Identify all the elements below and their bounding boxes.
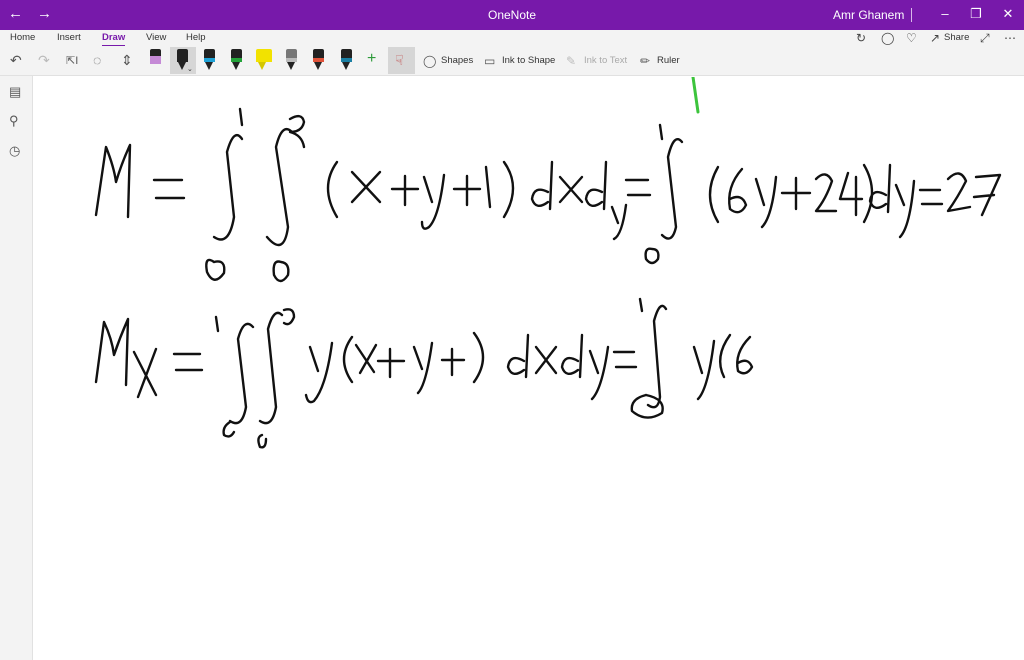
recent-clock-icon[interactable]: ◷: [9, 143, 20, 159]
minimize-icon[interactable]: –: [936, 6, 954, 21]
pen-yellow-highlighter[interactable]: [256, 49, 272, 71]
tab-draw[interactable]: Draw: [102, 32, 126, 47]
notebooks-icon[interactable]: ▤: [9, 84, 21, 100]
user-name[interactable]: Amr Ghanem: [833, 8, 904, 22]
tab-home[interactable]: Home: [10, 32, 35, 43]
chevron-down-icon[interactable]: ⌄: [187, 65, 193, 73]
ribbon-tabs: Home Insert Draw View Help ↻ ◯ ♡ ↗ Share…: [0, 30, 1024, 47]
lasso-select-icon[interactable]: ⇱I: [66, 54, 78, 67]
left-sidebar: ▤ ⚲ ◷: [0, 76, 33, 660]
shapes-button[interactable]: Shapes: [441, 55, 473, 66]
shapes-icon[interactable]: ◯: [423, 54, 436, 68]
undo-icon[interactable]: ↶: [10, 52, 22, 69]
fullscreen-icon[interactable]: ⤢: [980, 31, 990, 46]
ink-line-1: [94, 107, 1002, 283]
pen-red[interactable]: [313, 49, 324, 71]
more-options-icon[interactable]: ⋯: [1004, 31, 1016, 45]
ruler-icon[interactable]: ✏: [640, 54, 650, 68]
redo-icon[interactable]: ↷: [38, 52, 50, 69]
share-button[interactable]: Share: [944, 32, 969, 43]
lightbulb-icon[interactable]: ◯: [881, 31, 894, 45]
tab-view[interactable]: View: [146, 32, 166, 43]
ink-to-shape-icon[interactable]: ▭: [484, 54, 495, 68]
tab-insert[interactable]: Insert: [57, 32, 81, 43]
share-icon[interactable]: ↗: [930, 31, 940, 45]
ink-to-text-button[interactable]: Ink to Text: [584, 55, 627, 66]
ink-line-2: [94, 297, 754, 449]
insert-space-icon[interactable]: ⇕: [121, 52, 133, 69]
ink-to-text-icon[interactable]: ✎: [566, 54, 576, 68]
note-canvas[interactable]: [34, 77, 1024, 660]
pen-blue[interactable]: [204, 49, 215, 71]
titlebar-separator: [911, 8, 912, 22]
tab-help[interactable]: Help: [186, 32, 206, 43]
close-icon[interactable]: ✕: [999, 6, 1017, 22]
pen-galaxy[interactable]: [286, 49, 297, 71]
add-space-icon[interactable]: ◌: [93, 52, 101, 68]
restore-icon[interactable]: ❐: [967, 6, 985, 22]
green-ink-mark: [691, 77, 700, 114]
add-pen-icon[interactable]: +: [367, 50, 376, 68]
pen-teal[interactable]: [341, 49, 352, 71]
draw-with-touch-icon[interactable]: ☟: [395, 52, 404, 69]
ruler-button[interactable]: Ruler: [657, 55, 680, 66]
pen-pink-highlighter[interactable]: [150, 49, 161, 71]
ink-to-shape-button[interactable]: Ink to Shape: [502, 55, 555, 66]
bell-icon[interactable]: ♡: [906, 31, 917, 45]
search-icon[interactable]: ⚲: [9, 113, 19, 129]
handwriting-ink: [94, 77, 1002, 449]
pen-green[interactable]: [231, 49, 242, 71]
draw-toolbar: ↶ ↷ ⇱I ◌ ⇕ ⌄ + ☟ ◯ Shapes ▭ Ink to Shape…: [0, 46, 1024, 76]
title-bar: ← → OneNote Amr Ghanem – ❐ ✕: [0, 0, 1024, 30]
sync-icon[interactable]: ↻: [856, 31, 866, 45]
